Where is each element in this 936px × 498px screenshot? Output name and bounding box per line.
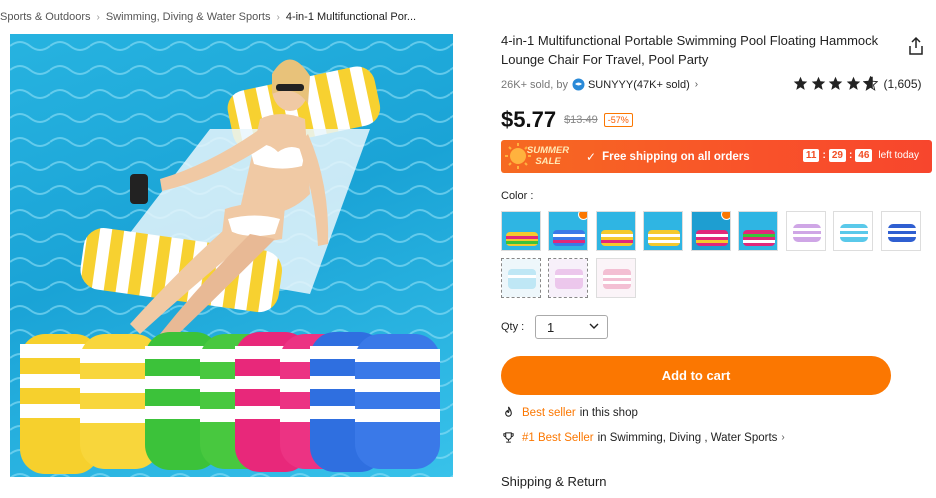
color-swatch[interactable] xyxy=(501,258,541,298)
seller-link[interactable]: SUNYYY(47K+ sold) xyxy=(588,79,690,91)
share-icon[interactable] xyxy=(906,36,926,56)
price-row: $5.77 $13.49 -57% xyxy=(501,107,633,133)
color-swatch[interactable] xyxy=(596,211,636,251)
color-swatch[interactable] xyxy=(548,211,588,251)
badge-line-1: SUMMER xyxy=(526,145,570,156)
add-to-cart-button[interactable]: Add to cart xyxy=(501,356,891,395)
product-page: Sports & Outdoors › Swimming, Diving & W… xyxy=(0,0,936,498)
chevron-right-icon: › xyxy=(781,432,785,443)
best-seller-text: in this shop xyxy=(579,406,638,419)
promo-text: Free shipping on all orders xyxy=(602,150,750,163)
product-title: 4-in-1 Multifunctional Portable Swimming… xyxy=(501,33,879,67)
quantity-select[interactable]: 1 xyxy=(535,315,608,339)
color-swatch[interactable] xyxy=(501,211,541,251)
product-main-image[interactable] xyxy=(10,34,453,477)
price: $5.77 xyxy=(501,107,557,132)
half-star-icon xyxy=(863,76,878,91)
shipping-return-heading[interactable]: Shipping & Return xyxy=(501,474,607,489)
flame-icon xyxy=(505,406,512,417)
promo-banner[interactable]: SUMMER SALE ✓ Free shipping on all order… xyxy=(501,140,932,173)
star-icon xyxy=(828,76,843,90)
seller-line: 26K+ sold, by SUNYYY(47K+ sold) › xyxy=(501,78,698,91)
badge-line-2: SALE xyxy=(535,156,561,167)
breadcrumb: Sports & Outdoors › Swimming, Diving & W… xyxy=(0,9,416,25)
trophy-icon xyxy=(503,432,514,443)
hot-badge xyxy=(578,212,587,220)
countdown-minutes: 29 xyxy=(828,149,846,162)
color-swatch[interactable] xyxy=(548,258,588,298)
countdown-suffix: left today xyxy=(878,150,919,161)
star-icon xyxy=(811,76,825,90)
color-swatch[interactable] xyxy=(738,211,778,251)
rating-count[interactable]: (1,605) xyxy=(884,77,922,91)
star-icon xyxy=(793,76,808,90)
color-swatch[interactable] xyxy=(596,258,636,298)
best-seller-shop: Best seller in this shop xyxy=(502,406,638,419)
rank-highlight: #1 Best Seller xyxy=(522,431,594,444)
sold-count: 26K+ sold, by xyxy=(501,78,568,91)
breadcrumb-item-current: 4-in-1 Multifunctional Por... xyxy=(285,11,417,23)
breadcrumb-item-swimming[interactable]: Swimming, Diving & Water Sports xyxy=(106,11,271,23)
original-price: $13.49 xyxy=(564,114,598,126)
color-swatch[interactable] xyxy=(881,211,921,251)
qty-label: Qty : xyxy=(501,321,525,333)
quantity-value: 1 xyxy=(547,319,555,335)
best-seller-highlight: Best seller xyxy=(522,406,576,419)
color-swatch[interactable] xyxy=(786,211,826,251)
chevron-right-icon: › xyxy=(96,11,100,23)
color-swatch[interactable] xyxy=(833,211,873,251)
countdown-seconds: 46 xyxy=(855,149,873,162)
best-seller-rank[interactable]: #1 Best Seller in Swimming, Diving , Wat… xyxy=(502,431,785,444)
color-label: Color : xyxy=(501,190,534,202)
countdown-hours: 11 xyxy=(802,149,820,162)
chevron-right-icon: › xyxy=(694,79,699,90)
star-icon xyxy=(846,76,860,90)
summer-sale-badge: SUMMER SALE xyxy=(501,140,577,173)
rating-stars xyxy=(793,76,881,91)
store-icon xyxy=(572,78,585,91)
breadcrumb-item-sports[interactable]: Sports & Outdoors xyxy=(0,11,91,23)
hot-badge xyxy=(721,212,730,220)
chevron-down-icon xyxy=(589,323,599,329)
check-icon: ✓ xyxy=(586,149,597,164)
rating[interactable]: (1,605) xyxy=(793,76,922,91)
rank-text: in Swimming, Diving , Water Sports xyxy=(597,431,778,444)
chevron-right-icon: › xyxy=(276,11,280,23)
color-swatch[interactable] xyxy=(643,211,683,251)
discount-badge: -57% xyxy=(603,113,633,127)
countdown-timer: 11 : 29 : 46 left today xyxy=(802,149,919,162)
color-swatch[interactable] xyxy=(691,211,731,251)
